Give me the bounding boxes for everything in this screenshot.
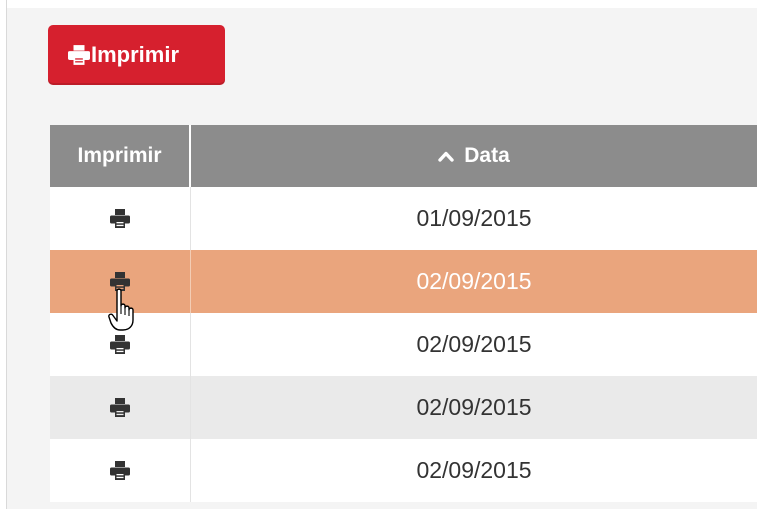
grid-header: Imprimir Data [50, 125, 757, 187]
printer-icon[interactable] [110, 209, 130, 228]
column-header-data-label: Data [464, 144, 510, 167]
print-button[interactable]: Imprimir [48, 25, 225, 85]
date-cell: 02/09/2015 [416, 457, 532, 483]
date-cell: 02/09/2015 [416, 394, 532, 420]
printer-icon [68, 45, 90, 65]
printer-icon[interactable] [110, 398, 130, 417]
date-cell: 01/09/2015 [416, 205, 532, 231]
column-header-data[interactable]: Data [191, 125, 757, 187]
data-grid: Imprimir Data 01/09/2015 02/09/2015 02/0… [50, 125, 757, 502]
column-header-imprimir: Imprimir [50, 125, 191, 187]
print-button-label: Imprimir [91, 42, 180, 67]
table-row[interactable]: 02/09/2015 [50, 313, 757, 376]
date-cell: 02/09/2015 [416, 268, 532, 294]
table-row[interactable]: 02/09/2015 [50, 376, 757, 439]
chevron-up-icon [438, 151, 454, 162]
printer-icon[interactable] [110, 335, 130, 354]
date-cell: 02/09/2015 [416, 331, 532, 357]
table-row[interactable]: 02/09/2015 [50, 439, 757, 502]
print-cell [50, 439, 191, 502]
hand-pointer-icon [108, 288, 134, 331]
table-row[interactable]: 01/09/2015 [50, 187, 757, 250]
printer-icon[interactable] [110, 461, 130, 480]
table-row[interactable]: 02/09/2015 [50, 250, 757, 313]
print-cell [50, 376, 191, 439]
print-cell [50, 187, 191, 250]
